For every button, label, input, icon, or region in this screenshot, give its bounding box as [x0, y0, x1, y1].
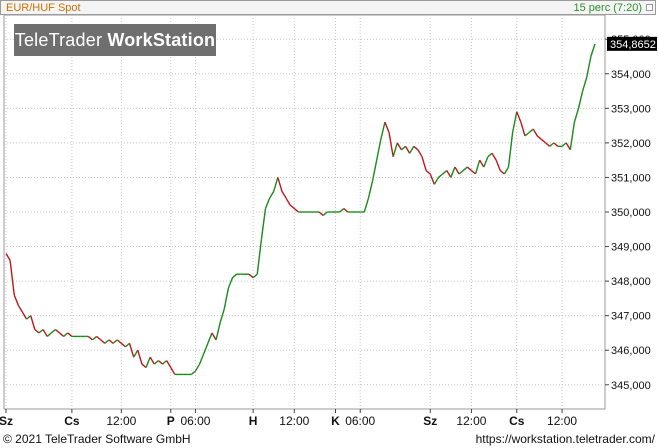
copyright-text: © 2021 TeleTrader Software GmbH: [3, 432, 191, 446]
y-tick-label: 349,000: [611, 242, 651, 254]
x-tick-label: 12:00: [456, 414, 486, 428]
footer-bar: © 2021 TeleTrader Software GmbH https://…: [0, 430, 658, 448]
x-tick-label: 12:00: [279, 414, 309, 428]
y-tick-label: 352,000: [611, 138, 651, 150]
x-tick-label: P: [167, 414, 175, 428]
y-tick-label: 347,000: [611, 311, 651, 323]
x-tick-label: 06:00: [345, 414, 375, 428]
x-tick-label: Sz: [423, 414, 437, 428]
y-tick-label: 354,000: [611, 69, 651, 81]
x-tick-label: Cs: [64, 414, 80, 428]
x-tick-label: 12:00: [106, 414, 136, 428]
logo-text-teletrader: TeleTrader: [14, 30, 103, 50]
chart-window: EUR/HUF Spot 15 perc (7:20) 345,000 346,0…: [0, 0, 658, 448]
x-tick-label: K: [331, 414, 340, 428]
x-tick-label: 12:00: [547, 414, 577, 428]
y-tick-label: 351,000: [611, 172, 651, 184]
y-tick-label: 353,000: [611, 103, 651, 115]
x-tick-label: 06:00: [180, 414, 210, 428]
x-tick-label: Sz: [0, 414, 13, 428]
x-tick-label: H: [249, 414, 258, 428]
y-tick-label: 348,000: [611, 276, 651, 288]
website-link[interactable]: https://workstation.teletrader.com/: [476, 432, 655, 446]
y-tick-label: 346,000: [611, 345, 651, 357]
x-tick-label: Cs: [509, 414, 525, 428]
last-price-label: 354,8652: [610, 39, 656, 51]
y-tick-label: 345,000: [611, 380, 651, 392]
workstation-logo: TeleTrader WorkStation: [14, 24, 216, 56]
price-chart[interactable]: 345,000 346,000 347,000 348,000 349,000 350,0…: [0, 0, 658, 448]
logo-text-workstation: WorkStation: [107, 30, 216, 50]
y-tick-label: 350,000: [611, 207, 651, 219]
